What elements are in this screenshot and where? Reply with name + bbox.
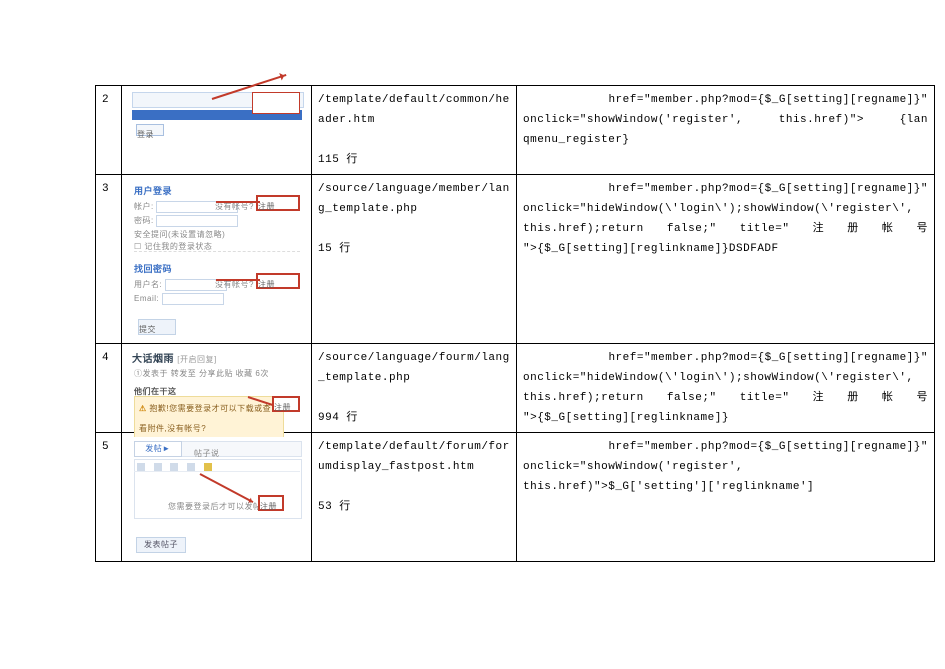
code-line: onclick="showWindow('register', — [523, 457, 928, 477]
screenshot-thumbnail: 登录 — [128, 90, 306, 142]
italic-icon — [154, 463, 162, 471]
screenshot-cell: 发帖► 帖子说 您需要登录后才可以发帖 登录 注册 发表帖子 — [122, 433, 312, 562]
file-path: /source/language/fourm/lang_template.php — [318, 348, 510, 388]
file-path-cell: /source/language/member/lang_template.ph… — [312, 175, 517, 344]
row-number: 2 — [96, 86, 122, 175]
code-line: this.href);return false;" title=" 注 册 帐 … — [523, 388, 928, 408]
divider — [134, 251, 300, 252]
post-button-thumb: 发表帖子 — [136, 537, 186, 553]
field-label: Email: — [134, 294, 159, 303]
editor-toolbar — [134, 459, 300, 472]
code-cell: href="member.php?mod={$_G[setting][regna… — [517, 344, 935, 433]
remember-label: ☐ 记住我的登录状态 — [134, 242, 212, 251]
screenshot-cell: 登录 — [122, 86, 312, 175]
table-row: 3 用户登录 帐户: 密码: 安全提问(未设置请忽略) ☐ 记住我的登录状态 — [96, 175, 935, 344]
code-reference-table: 2 登录 /template/default/common/header.htm… — [95, 85, 935, 562]
warning-icon: ⚠ — [139, 404, 147, 413]
code-line: href="member.php?mod={$_G[setting][regna… — [523, 179, 928, 199]
line-number-label: 53 行 — [318, 497, 510, 517]
code-line: href="member.php?mod={$_G[setting][regna… — [523, 90, 928, 110]
submit-button-thumb: 提交 — [138, 319, 176, 335]
register-hint: 没有帐号? — [215, 197, 254, 217]
code-line: onclick="hideWindow(\'login\');showWindo… — [523, 368, 928, 388]
line-number-label: 15 行 — [318, 239, 510, 259]
row-number: 5 — [96, 433, 122, 562]
table-row: 2 登录 /template/default/common/header.htm… — [96, 86, 935, 175]
link-icon — [170, 463, 178, 471]
login-button-thumb: 登录 — [136, 124, 164, 136]
warning-banner: ⚠ 抱歉!您需要登录才可以下载或查看附件,没有帐号? — [134, 396, 284, 442]
field-label: 帐户: — [134, 202, 154, 211]
code-cell: href="member.php?mod={$_G[setting][regna… — [517, 175, 935, 344]
field-label: 用户名: — [134, 280, 162, 289]
register-button-highlight: 注册 — [272, 396, 300, 412]
screenshot-thumbnail: 用户登录 帐户: 密码: 安全提问(未设置请忽略) ☐ 记住我的登录状态 没有帐… — [128, 179, 306, 339]
file-path: /source/language/member/lang_template.ph… — [318, 179, 510, 219]
code-line: href="member.php?mod={$_G[setting][regna… — [523, 348, 928, 368]
bold-icon — [137, 463, 145, 471]
screenshot-thumbnail: 大话烟雨 [开启回复] ①发表于 转发至 分享此贴 收藏 6次 他们在干这 ⚠ … — [128, 348, 306, 422]
file-path-cell: /template/default/forum/forumdisplay_fas… — [312, 433, 517, 562]
screenshot-cell: 用户登录 帐户: 密码: 安全提问(未设置请忽略) ☐ 记住我的登录状态 没有帐… — [122, 175, 312, 344]
annotation-arrow-icon — [216, 279, 260, 281]
file-path: /template/default/forum/forumdisplay_fas… — [318, 437, 510, 477]
table-row: 4 大话烟雨 [开启回复] ①发表于 转发至 分享此贴 收藏 6次 他们在干这 … — [96, 344, 935, 433]
register-button-highlight: 注册 — [256, 195, 300, 211]
code-line: this.href);return false;" title=" 注 册 帐 … — [523, 219, 928, 239]
row-number: 3 — [96, 175, 122, 344]
code-line: ">{$_G[setting][reglinkname]}DSDFADF — [523, 239, 928, 259]
register-button-highlight: 注册 — [256, 273, 300, 289]
code-line: this.href)">$_G['setting']['reglinkname'… — [523, 477, 928, 497]
line-number-label: 115 行 — [318, 150, 510, 170]
line-number-label: 994 行 — [318, 408, 510, 428]
screenshot-cell: 大话烟雨 [开启回复] ①发表于 转发至 分享此贴 收藏 6次 他们在干这 ⚠ … — [122, 344, 312, 433]
file-path-cell: /source/language/fourm/lang_template.php… — [312, 344, 517, 433]
code-cell: href="member.php?mod={$_G[setting][regna… — [517, 86, 935, 175]
row-number: 4 — [96, 344, 122, 433]
table-row: 5 发帖► 帖子说 您需要登录后才可以发帖 登录 — [96, 433, 935, 562]
code-line: ">{$_G[setting][reglinkname]} — [523, 408, 928, 428]
document-page: 2 登录 /template/default/common/header.htm… — [0, 0, 945, 669]
code-line: href="member.php?mod={$_G[setting][regna… — [523, 437, 928, 457]
file-path-cell: /template/default/common/header.htm 115 … — [312, 86, 517, 175]
register-button-highlight: 注册 — [258, 495, 284, 511]
emoji-icon — [204, 463, 212, 471]
code-cell: href="member.php?mod={$_G[setting][regna… — [517, 433, 935, 562]
annotation-arrow-icon — [216, 201, 260, 203]
active-tab: 发帖► — [134, 441, 182, 457]
file-path: /template/default/common/header.htm — [318, 90, 510, 130]
code-line: qmenu_register} — [523, 130, 928, 150]
thread-meta: ①发表于 转发至 分享此贴 收藏 6次 — [134, 364, 269, 384]
code-line: onclick="hideWindow(\'login\');showWindo… — [523, 199, 928, 219]
code-line: onclick="showWindow('register', this.hre… — [523, 110, 928, 130]
code-callout-box — [252, 92, 300, 114]
field-label: 密码: — [134, 216, 154, 225]
register-hint: 没有帐号? — [215, 275, 254, 295]
image-icon — [187, 463, 195, 471]
screenshot-thumbnail: 发帖► 帖子说 您需要登录后才可以发帖 登录 注册 发表帖子 — [128, 437, 306, 557]
